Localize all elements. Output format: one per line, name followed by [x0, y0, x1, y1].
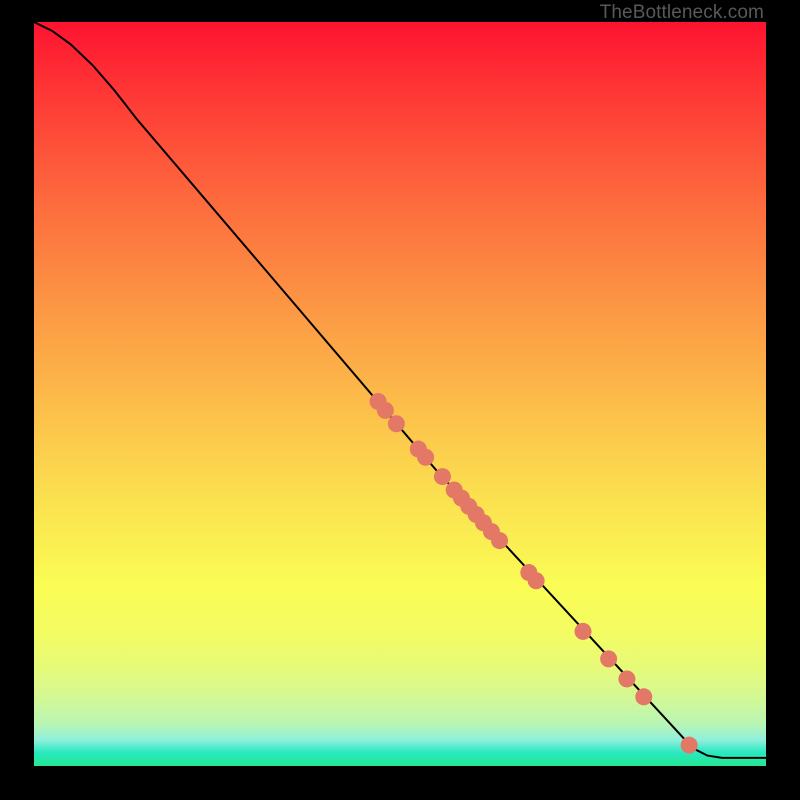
data-marker [417, 449, 434, 466]
data-marker [618, 670, 635, 687]
data-marker [434, 468, 451, 485]
bottleneck-curve-plot [34, 22, 766, 766]
data-marker [635, 688, 652, 705]
data-marker [600, 650, 617, 667]
data-marker [491, 532, 508, 549]
plot-background [34, 22, 766, 766]
data-marker [575, 623, 592, 640]
data-marker [528, 572, 545, 589]
data-marker [377, 402, 394, 419]
chart-frame: TheBottleneck.com [0, 0, 800, 800]
data-marker [388, 415, 405, 432]
watermark-label: TheBottleneck.com [600, 2, 764, 24]
data-marker [681, 737, 698, 754]
